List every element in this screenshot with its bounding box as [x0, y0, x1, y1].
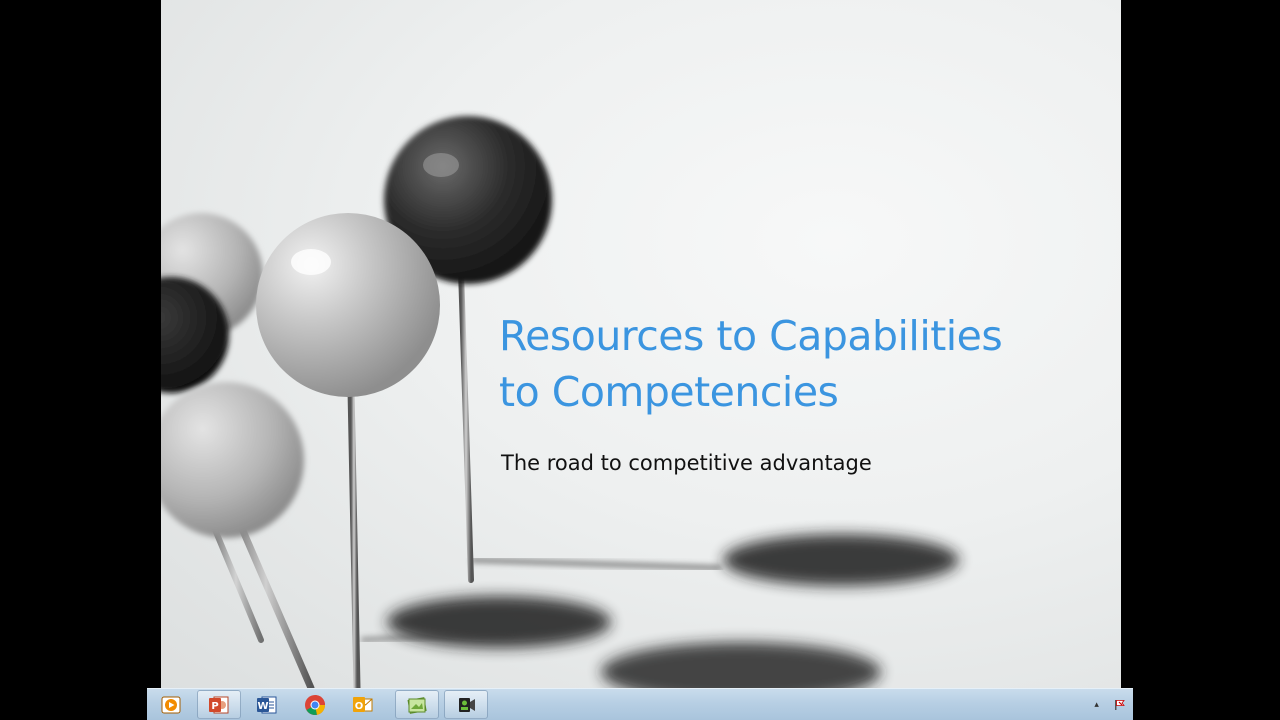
- taskbar-slideshow-button[interactable]: [395, 690, 439, 719]
- chevron-up-icon[interactable]: ▴: [1094, 700, 1099, 710]
- action-center-flag-icon[interactable]: [1114, 699, 1126, 711]
- slide-subtitle: The road to competitive advantage: [501, 451, 872, 475]
- windows-taskbar: P W O ▴: [147, 688, 1133, 720]
- taskbar-camtasia-recorder-button[interactable]: [444, 690, 488, 719]
- svg-text:W: W: [257, 701, 268, 712]
- taskbar-media-player-button[interactable]: [149, 690, 193, 719]
- presentation-slide[interactable]: Resources to Capabilities to Competencie…: [161, 0, 1121, 688]
- word-icon: W: [257, 696, 277, 713]
- slide-title-line2: to Competencies: [499, 368, 839, 416]
- taskbar-word-button[interactable]: W: [245, 690, 289, 719]
- outlook-icon: O: [353, 696, 373, 712]
- media-player-icon: [161, 696, 181, 713]
- taskbar-outlook-button[interactable]: O: [341, 690, 385, 719]
- camtasia-recorder-icon: [459, 697, 475, 712]
- svg-text:P: P: [211, 701, 218, 712]
- powerpoint-icon: P: [209, 696, 229, 713]
- desktop-screen: Resources to Capabilities to Competencie…: [0, 0, 1280, 720]
- slide-title: Resources to Capabilities to Competencie…: [499, 308, 1099, 420]
- taskbar-chrome-button[interactable]: [293, 690, 337, 719]
- chrome-icon: [305, 694, 325, 715]
- taskbar-powerpoint-button[interactable]: P: [197, 690, 241, 719]
- system-tray: ▴: [1087, 689, 1133, 720]
- slide-title-line1: Resources to Capabilities: [499, 312, 1003, 360]
- svg-text:O: O: [355, 701, 364, 712]
- slideshow-icon: [407, 696, 427, 714]
